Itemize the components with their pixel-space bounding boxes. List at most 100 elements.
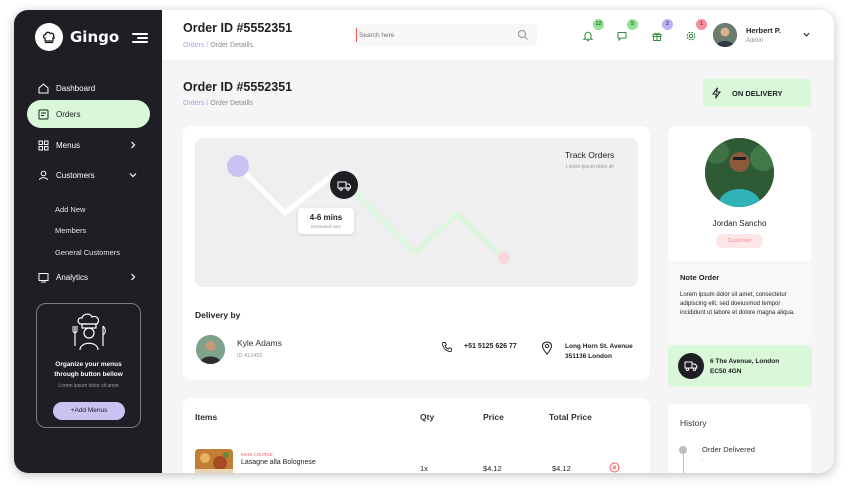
eta-time: 4-6 mins	[309, 213, 343, 222]
customer-name: Jordan Sancho	[712, 219, 767, 228]
chat-icon	[617, 32, 627, 42]
customer-photo	[705, 138, 774, 207]
home-icon	[37, 82, 49, 94]
remove-item-icon[interactable]	[609, 462, 620, 473]
destination-card: 6 The Avenue, London EC50 4GN	[668, 345, 812, 387]
promo-card: Organize your menus through button bello…	[36, 303, 141, 428]
qty-column-header: Qty	[420, 412, 435, 422]
item-qty: 1x	[420, 464, 428, 473]
sidebar-item-label: Menus	[56, 140, 81, 150]
breadcrumb-current: Order Detaills	[210, 42, 254, 49]
sidebar-subitem-general-customers[interactable]: General Customers	[55, 248, 120, 257]
breadcrumb-current: Order Detaills	[210, 100, 254, 107]
phone-icon[interactable]	[441, 341, 453, 353]
history-card: History Order Delivered -	[668, 404, 811, 473]
notification-count-badge: 12	[593, 19, 604, 30]
order-status-button[interactable]: ON DELIVERY	[703, 79, 811, 107]
breadcrumb-separator: /	[206, 100, 209, 107]
tracking-card: Track Orders Lorem ipsum dolor sit 4-6 m…	[183, 126, 650, 380]
driver-avatar	[196, 335, 225, 364]
sidebar-item-customers[interactable]: Customers	[27, 161, 150, 189]
brand[interactable]: Gingo	[35, 23, 119, 51]
tracking-map[interactable]: Track Orders Lorem ipsum dolor sit 4-6 m…	[195, 138, 638, 287]
settings-button[interactable]: 1	[679, 19, 707, 48]
item-total: $4.12	[552, 464, 571, 473]
promo-title: Organize your menus through button bello…	[54, 361, 123, 378]
eta-label: Estimated time	[311, 224, 341, 229]
note-order-section: Note Order Lorem ipsum dolor sit amet, c…	[668, 261, 811, 344]
topbar-breadcrumb: Orders / Order Detaills	[183, 42, 253, 49]
delivery-truck-icon	[678, 353, 704, 379]
history-timeline-line	[682, 454, 684, 473]
note-order-title: Note Order	[680, 273, 720, 282]
add-menus-button[interactable]: +Add Menus	[53, 402, 125, 420]
chevron-down-icon[interactable]	[802, 30, 811, 39]
orders-icon	[37, 108, 49, 120]
breadcrumb-orders-link[interactable]: Orders	[183, 42, 204, 49]
notifications-button[interactable]: 12	[576, 19, 604, 48]
brand-name: Gingo	[70, 28, 120, 46]
sidebar-subitem-members[interactable]: Members	[55, 226, 86, 235]
chef-hat-logo-icon	[35, 23, 63, 51]
history-item-sub: -	[702, 457, 704, 463]
user-icon	[37, 169, 49, 181]
sidebar-item-label: Orders	[56, 109, 81, 119]
item-category: MAIN COURSE	[241, 452, 273, 457]
history-timeline-dot	[679, 446, 687, 454]
user-role: Admin	[746, 38, 764, 44]
sidebar-item-analytics[interactable]: Analytics	[27, 263, 150, 291]
gift-count-badge: 2	[662, 19, 673, 30]
customer-tag: Customer	[716, 234, 763, 248]
messages-button[interactable]: 5	[610, 19, 638, 48]
destination-address: 6 The Avenue, London EC50 4GN	[710, 357, 779, 377]
delivery-address-line1: Long Horn St. Avenue	[565, 343, 633, 350]
app-window: Gingo Dashboard Orders Menus Customers A…	[14, 10, 834, 473]
user-name: Herbert P.	[746, 26, 781, 35]
search-icon[interactable]	[517, 29, 529, 41]
sidebar-item-label: Dashboard	[56, 83, 96, 93]
sidebar-item-dashboard[interactable]: Dashboard	[27, 74, 150, 102]
destination-line1: 6 The Avenue, London	[710, 358, 780, 365]
items-column-header: Items	[195, 412, 218, 422]
gifts-button[interactable]: 2	[645, 19, 673, 48]
order-status-label: ON DELIVERY	[732, 88, 783, 98]
delivery-by-heading: Delivery by	[195, 310, 241, 320]
breadcrumb-orders-link[interactable]: Orders	[183, 100, 204, 107]
topbar: Order ID #5552351 Orders / Order Detaill…	[162, 10, 834, 60]
delivery-address: Long Horn St. Avenue 351136 London	[565, 342, 633, 362]
gift-icon	[652, 32, 662, 41]
chef-illustration-icon	[72, 313, 106, 351]
delivery-address-line2: 351136 London	[565, 353, 612, 360]
sidebar-subitem-add-new[interactable]: Add New	[55, 205, 85, 214]
sidebar: Gingo Dashboard Orders Menus Customers A…	[14, 10, 162, 473]
message-count-badge: 5	[627, 19, 638, 30]
menu-toggle-icon[interactable]	[132, 33, 148, 43]
settings-count-badge: 1	[696, 19, 707, 30]
route-path	[227, 155, 510, 264]
page-title: Order ID #5552351	[183, 80, 293, 94]
page-breadcrumb: Orders / Order Detaills	[183, 100, 253, 107]
sidebar-item-menus[interactable]: Menus	[27, 131, 150, 159]
customer-card: Jordan Sancho Customer Note Order Lorem …	[668, 126, 811, 344]
driver-id: ID 412455	[237, 353, 263, 359]
sidebar-item-label: Customers	[56, 170, 95, 180]
total-price-column-header: Total Price	[549, 412, 592, 422]
topbar-title: Order ID #5552351	[183, 21, 293, 35]
sidebar-item-orders[interactable]: Orders	[27, 100, 150, 128]
track-orders-subtitle: Lorem ipsum dolor sit	[566, 164, 614, 170]
item-price: $4.12	[483, 464, 502, 473]
bell-icon	[582, 31, 594, 42]
user-avatar[interactable]	[713, 23, 737, 47]
driver-name: Kyle Adams	[237, 338, 282, 348]
track-orders-title: Track Orders	[565, 150, 615, 160]
chevron-right-icon	[131, 141, 136, 149]
item-thumbnail	[195, 449, 233, 473]
location-pin-icon	[541, 341, 553, 355]
chart-icon	[37, 271, 49, 283]
eta-tooltip: 4-6 mins Estimated time	[298, 208, 354, 234]
search-input[interactable]	[356, 28, 506, 42]
items-card: Items Qty Price Total Price MAIN COURSE …	[183, 398, 650, 473]
history-item-label: Order Delivered	[702, 445, 755, 454]
gear-icon	[686, 31, 696, 41]
grid-icon	[37, 139, 49, 151]
